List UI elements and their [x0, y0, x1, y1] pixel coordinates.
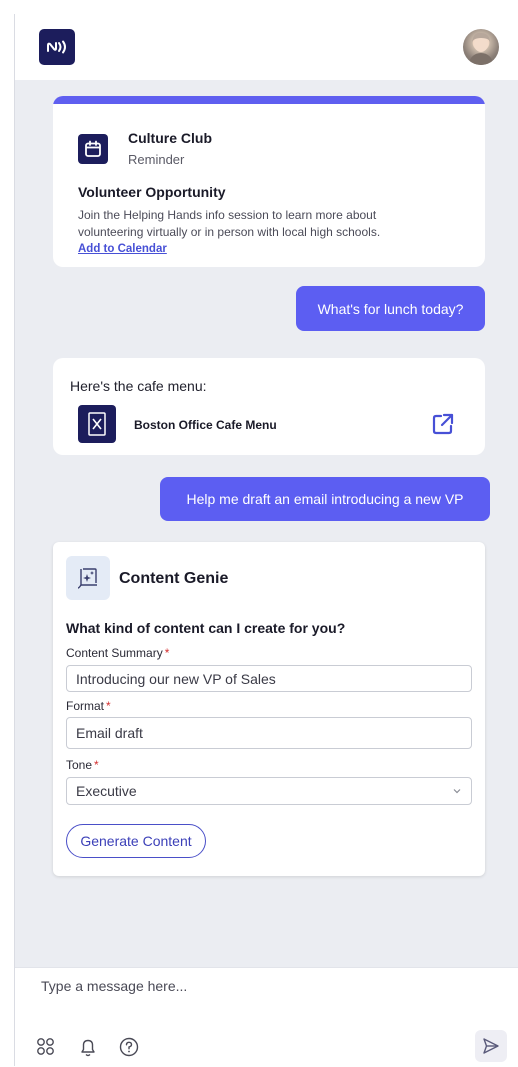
required-asterisk: * — [106, 699, 111, 713]
reminder-heading: Volunteer Opportunity — [78, 184, 226, 200]
tone-value: Executive — [76, 783, 137, 799]
cafe-menu-card: Here's the cafe menu: Boston Office Cafe… — [53, 358, 485, 455]
reminder-card: Culture Club Reminder Volunteer Opportun… — [53, 96, 485, 267]
content-genie-title: Content Genie — [119, 570, 229, 587]
external-link-icon[interactable] — [431, 412, 455, 436]
chat-window: Culture Club Reminder Volunteer Opportun… — [14, 14, 518, 1067]
required-asterisk: * — [94, 758, 99, 772]
format-value: Email draft — [76, 725, 143, 741]
send-icon — [483, 1038, 499, 1054]
reminder-body: Join the Helping Hands info session to l… — [78, 208, 381, 239]
cafe-menu-attachment[interactable]: Boston Office Cafe Menu — [134, 418, 277, 432]
content-summary-label: Content Summary * — [66, 646, 169, 660]
send-button[interactable] — [475, 1030, 507, 1062]
sparkle-chart-icon — [66, 556, 110, 600]
top-bar — [15, 14, 518, 80]
content-summary-label-text: Content Summary — [66, 646, 163, 660]
format-label: Format * — [66, 699, 111, 713]
tone-label: Tone * — [66, 758, 99, 772]
tone-label-text: Tone — [66, 758, 93, 772]
chevron-down-icon — [453, 789, 461, 794]
add-to-calendar-link[interactable]: Add to Calendar — [78, 243, 167, 255]
avatar[interactable] — [463, 29, 499, 65]
help-circle-icon[interactable] — [118, 1036, 140, 1058]
content-summary-input[interactable]: Introducing our new VP of Sales — [66, 665, 472, 692]
reminder-club-name: Culture Club — [128, 130, 212, 146]
nfc-logo-icon — [39, 29, 75, 65]
apps-grid-icon[interactable] — [35, 1036, 57, 1058]
content-genie-card: Content Genie What kind of content can I… — [53, 542, 485, 876]
reminder-type: Reminder — [128, 152, 185, 167]
user-message-lunch: What's for lunch today? — [296, 286, 485, 331]
format-input[interactable]: Email draft — [66, 717, 472, 749]
document-icon — [78, 405, 116, 443]
tone-select[interactable]: Executive — [66, 777, 472, 805]
reminder-accent-bar — [53, 96, 485, 104]
calendar-icon — [78, 134, 108, 164]
bell-icon[interactable] — [77, 1036, 99, 1058]
bot-message-intro: Here's the cafe menu: — [70, 378, 207, 394]
user-message-draft-email: Help me draft an email introducing a new… — [160, 477, 490, 521]
message-input[interactable]: Type a message here... — [41, 978, 187, 994]
message-composer: Type a message here... — [15, 967, 518, 1067]
generate-content-button[interactable]: Generate Content — [66, 824, 206, 858]
required-asterisk: * — [164, 646, 170, 660]
content-genie-question: What kind of content can I create for yo… — [66, 620, 346, 636]
content-summary-value: Introducing our new VP of Sales — [76, 670, 276, 687]
format-label-text: Format — [66, 699, 105, 713]
